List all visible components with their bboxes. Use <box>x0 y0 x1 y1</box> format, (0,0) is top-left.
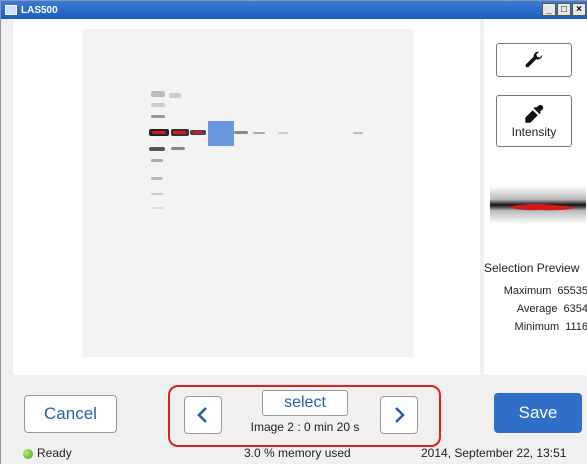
image-info: Image 2 : 0 min 20 s <box>250 420 360 434</box>
chevron-right-icon <box>395 407 405 423</box>
wrench-icon <box>525 51 543 68</box>
previous-image-button[interactable] <box>184 396 222 434</box>
bottom-bar: Cancel select Image 2 : 0 min 20 s Save … <box>1 375 587 464</box>
blot-band <box>278 132 288 134</box>
saturated-band <box>193 131 202 134</box>
save-button[interactable]: Save <box>494 393 582 433</box>
right-panel: Intensity Selection Preview Maximum 6553… <box>484 19 587 375</box>
maximize-button[interactable]: □ <box>557 3 571 16</box>
settings-button[interactable] <box>496 43 572 77</box>
image-navigation-group: select Image 2 : 0 min 20 s <box>168 385 441 447</box>
blot-band <box>151 159 163 162</box>
las500-window: LAS500 _ □ × Intensity Selection Preview… <box>0 0 587 464</box>
blot-band <box>151 177 163 180</box>
cancel-button[interactable]: Cancel <box>24 395 117 433</box>
stat-average: Average 6354 <box>490 303 587 315</box>
preview-title: Selection Preview <box>484 261 580 275</box>
minimize-button[interactable]: _ <box>542 3 556 16</box>
stat-label: Average <box>516 303 558 315</box>
blot-band <box>169 93 181 98</box>
blot-band <box>253 132 265 134</box>
datetime-text: 2014, September 22, 13:51 <box>421 446 567 460</box>
next-image-button[interactable] <box>380 396 418 434</box>
stat-value: 1116 <box>565 321 587 333</box>
status-text: Ready <box>37 446 72 460</box>
select-button[interactable]: select <box>262 390 348 416</box>
selection-rectangle[interactable] <box>208 121 234 146</box>
blot-band <box>151 115 165 118</box>
chevron-left-icon <box>197 407 207 423</box>
title-bar: LAS500 _ □ × <box>1 1 587 19</box>
stat-label: Minimum <box>514 321 560 333</box>
memory-text: 3.0 % memory used <box>244 446 351 460</box>
blot-image[interactable] <box>83 29 413 357</box>
blot-band <box>149 147 165 151</box>
preview-image <box>490 186 586 224</box>
selection-preview <box>490 156 586 254</box>
eyedropper-icon <box>525 104 544 123</box>
blot-band <box>353 132 363 134</box>
status-bar: Ready 3.0 % memory used 2014, September … <box>1 443 587 464</box>
window-title: LAS500 <box>21 4 58 16</box>
saturated-band <box>173 131 186 134</box>
stat-value: 6354 <box>563 303 587 315</box>
close-button[interactable]: × <box>572 3 586 16</box>
blot-band <box>151 207 163 209</box>
stat-minimum: Minimum 1116 <box>490 321 587 333</box>
saturated-band <box>152 131 166 134</box>
blot-band <box>171 147 185 150</box>
blot-band <box>151 103 165 107</box>
status-led-icon <box>23 449 33 459</box>
stat-maximum: Maximum 65535 <box>490 285 587 297</box>
image-viewport[interactable] <box>13 19 480 375</box>
blot-band <box>151 91 165 97</box>
app-icon <box>5 5 17 15</box>
stat-value: 65535 <box>557 285 587 297</box>
blot-band <box>151 193 163 195</box>
stat-label: Maximum <box>503 285 552 297</box>
intensity-label: Intensity <box>511 125 557 139</box>
blot-band <box>234 131 248 134</box>
intensity-button[interactable]: Intensity <box>496 95 572 147</box>
